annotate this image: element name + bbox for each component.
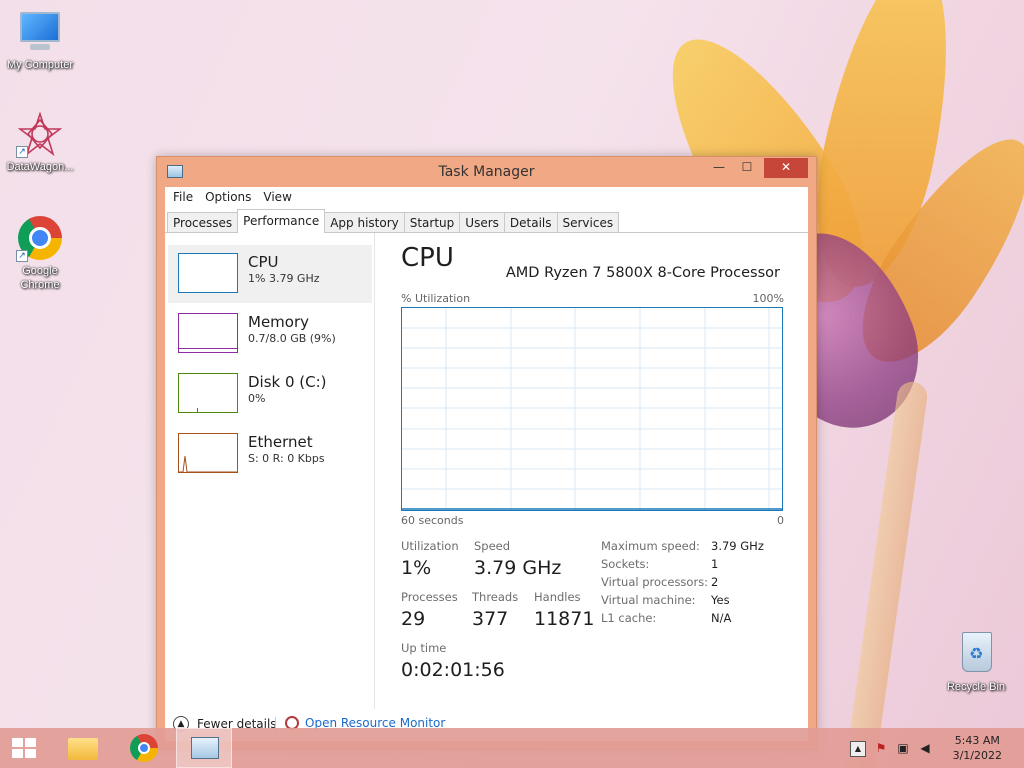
my-computer-icon — [16, 8, 64, 56]
desktop-icon-label: DataWagon... — [6, 161, 74, 173]
shortcut-arrow-icon: ↗ — [16, 250, 28, 262]
sidebar-item-value: 0% — [248, 392, 266, 405]
volume-muted-icon[interactable]: ◀ — [918, 741, 932, 755]
taskbar-task-manager[interactable] — [176, 728, 232, 768]
cpu-utilization-graph[interactable] — [401, 307, 783, 511]
desktop-icon-label: Recycle Bin — [946, 681, 1006, 693]
graph-x-start-label: 60 seconds — [401, 514, 464, 527]
page-title: CPU — [401, 243, 454, 273]
speed-label: Speed — [474, 539, 511, 553]
taskbar: ▲ ⚑ ▣ ◀ 5:43 AM 3/1/2022 — [0, 728, 1024, 768]
tab-processes[interactable]: Processes — [167, 212, 239, 232]
maximize-button[interactable]: ☐ — [734, 158, 760, 178]
graph-y-axis-label: % Utilization — [401, 292, 471, 305]
tab-app-history[interactable]: App history — [324, 212, 405, 232]
datawagon-icon: ↗ — [16, 110, 64, 158]
sidebar-item-ethernet[interactable]: Ethernet S: 0 R: 0 Kbps — [168, 425, 372, 483]
virtual-processors-label: Virtual processors: — [601, 575, 709, 589]
virtual-processors-value: 2 — [711, 575, 719, 589]
ethernet-thumbnail-graph — [178, 433, 238, 473]
tab-strip: Processes Performance App history Startu… — [165, 207, 808, 233]
task-manager-window: Task Manager — ☐ ✕ File Options View Pro… — [156, 156, 817, 750]
task-manager-icon — [191, 737, 219, 759]
show-hidden-icons-button[interactable]: ▲ — [850, 741, 866, 757]
menu-options[interactable]: Options — [199, 187, 257, 207]
tab-details[interactable]: Details — [503, 212, 558, 232]
sidebar-item-disk[interactable]: Disk 0 (C:) 0% — [168, 365, 372, 423]
memory-thumbnail-graph — [178, 313, 238, 353]
utilization-label: Utilization — [401, 539, 459, 553]
clock-time: 5:43 AM — [954, 734, 1000, 747]
threads-value: 377 — [472, 608, 509, 630]
utilization-value: 1% — [401, 557, 432, 579]
desktop-icon-label: Google Chrome — [20, 265, 60, 291]
menu-file[interactable]: File — [167, 187, 199, 207]
graph-x-end-label: 0 — [777, 514, 784, 527]
tab-performance[interactable]: Performance — [237, 209, 326, 233]
cpu-detail-panel: CPU AMD Ryzen 7 5800X 8-Core Processor %… — [395, 233, 808, 709]
tab-startup[interactable]: Startup — [403, 212, 461, 232]
uptime-value: 0:02:01:56 — [401, 659, 505, 681]
recycle-bin-icon — [952, 630, 1000, 678]
processor-name: AMD Ryzen 7 5800X 8-Core Processor — [505, 265, 780, 281]
desktop-icon-google-chrome[interactable]: ↗ Google Chrome — [0, 214, 80, 292]
virtual-machine-label: Virtual machine: — [601, 593, 696, 607]
threads-label: Threads — [472, 590, 519, 604]
sidebar-item-cpu[interactable]: CPU 1% 3.79 GHz — [168, 245, 372, 303]
sidebar-item-label: CPU — [248, 253, 279, 271]
cpu-thumbnail-graph — [178, 253, 238, 293]
disk-thumbnail-graph — [178, 373, 238, 413]
virtual-machine-value: Yes — [711, 593, 730, 607]
processes-label: Processes — [401, 590, 458, 604]
sidebar-item-label: Disk 0 (C:) — [248, 373, 327, 391]
tab-users[interactable]: Users — [459, 212, 505, 232]
menu-bar: File Options View — [165, 187, 808, 207]
handles-label: Handles — [534, 590, 581, 604]
l1-cache-label: L1 cache: — [601, 611, 657, 625]
sidebar-item-label: Ethernet — [248, 433, 313, 451]
processes-value: 29 — [401, 608, 426, 630]
network-icon[interactable]: ▣ — [896, 741, 910, 755]
wallpaper-stem — [840, 379, 930, 768]
clock-date: 3/1/2022 — [952, 749, 1002, 762]
start-button[interactable] — [0, 728, 50, 768]
sidebar-item-memory[interactable]: Memory 0.7/8.0 GB (9%) — [168, 305, 372, 363]
folder-icon — [68, 738, 98, 760]
taskbar-chrome[interactable] — [116, 728, 172, 768]
max-speed-label: Maximum speed: — [601, 539, 700, 553]
graph-y-max-label: 100% — [752, 292, 784, 305]
chrome-icon — [130, 734, 158, 762]
desktop-icon-datawagon[interactable]: ↗ DataWagon... — [0, 110, 80, 174]
sockets-value: 1 — [711, 557, 719, 571]
taskbar-file-explorer[interactable] — [54, 728, 110, 768]
desktop-icon-recycle-bin[interactable]: Recycle Bin — [936, 630, 1016, 694]
sidebar-item-value: S: 0 R: 0 Kbps — [248, 452, 325, 465]
speed-value: 3.79 GHz — [474, 557, 562, 579]
system-tray: ▲ ⚑ ▣ ◀ 5:43 AM 3/1/2022 — [844, 728, 1024, 768]
menu-view[interactable]: View — [257, 187, 297, 207]
desktop-icon-label: My Computer — [6, 59, 74, 71]
minimize-button[interactable]: — — [706, 158, 732, 178]
action-center-flag-icon[interactable]: ⚑ — [874, 741, 888, 755]
sidebar-item-value: 1% 3.79 GHz — [248, 272, 320, 285]
sidebar-item-label: Memory — [248, 313, 310, 331]
uptime-label: Up time — [401, 641, 447, 655]
performance-pane: CPU 1% 3.79 GHz Memory 0.7/8.0 GB (9%) D… — [165, 233, 808, 709]
sockets-label: Sockets: — [601, 557, 650, 571]
chrome-icon: ↗ — [16, 214, 64, 262]
resource-sidebar: CPU 1% 3.79 GHz Memory 0.7/8.0 GB (9%) D… — [165, 233, 375, 709]
handles-value: 11871 — [534, 608, 595, 630]
tab-services[interactable]: Services — [556, 212, 620, 232]
title-bar[interactable]: Task Manager — ☐ ✕ — [157, 157, 816, 187]
window-client-area: File Options View Processes Performance … — [165, 187, 808, 741]
windows-logo-icon — [12, 738, 36, 758]
l1-cache-value: N/A — [711, 611, 732, 625]
desktop-icon-my-computer[interactable]: My Computer — [0, 8, 80, 72]
close-button[interactable]: ✕ — [764, 158, 808, 178]
shortcut-arrow-icon: ↗ — [16, 146, 28, 158]
clock[interactable]: 5:43 AM 3/1/2022 — [953, 733, 1002, 763]
max-speed-value: 3.79 GHz — [711, 539, 764, 553]
sidebar-item-value: 0.7/8.0 GB (9%) — [248, 332, 336, 345]
